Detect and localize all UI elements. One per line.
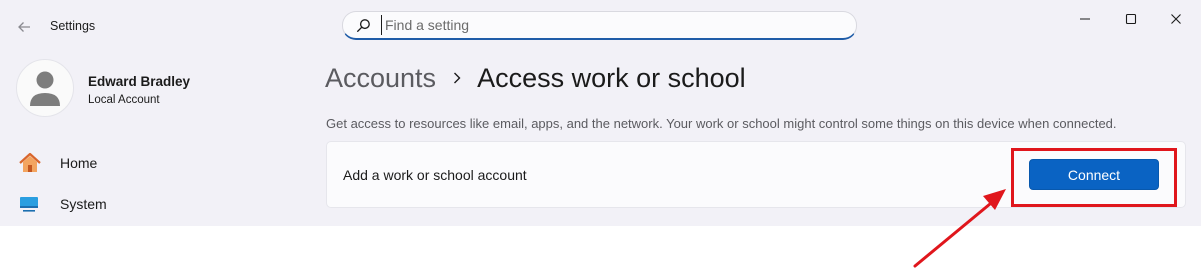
sidebar-item-label: Home bbox=[60, 155, 98, 171]
settings-window: Settings Edwar bbox=[0, 0, 1201, 226]
title-bar: Settings bbox=[0, 0, 1201, 50]
arrow-left-icon bbox=[18, 22, 30, 32]
chevron-right-icon bbox=[452, 71, 462, 85]
avatar[interactable] bbox=[16, 59, 74, 117]
person-avatar-icon bbox=[30, 71, 60, 106]
maximize-icon bbox=[1125, 13, 1137, 25]
sidebar-item-label: System bbox=[60, 196, 107, 212]
search-box[interactable] bbox=[342, 11, 857, 40]
search-input[interactable] bbox=[381, 15, 845, 35]
sidebar-item-home[interactable]: Home bbox=[18, 146, 278, 180]
minimize-button[interactable] bbox=[1070, 8, 1100, 30]
breadcrumb: Accounts Access work or school bbox=[325, 58, 746, 98]
connect-button[interactable]: Connect bbox=[1029, 159, 1159, 190]
user-name: Edward Bradley bbox=[88, 74, 191, 89]
monitor-icon bbox=[18, 192, 46, 216]
app-title: Settings bbox=[50, 19, 96, 33]
account-type: Local Account bbox=[88, 94, 160, 106]
search-icon bbox=[356, 19, 370, 33]
maximize-button[interactable] bbox=[1116, 8, 1146, 30]
close-icon bbox=[1171, 14, 1181, 24]
sidebar-item-system[interactable]: System bbox=[18, 187, 278, 221]
minimize-icon bbox=[1080, 18, 1090, 20]
breadcrumb-accounts-link[interactable]: Accounts bbox=[325, 63, 436, 94]
home-icon bbox=[18, 151, 46, 175]
page-description: Get access to resources like email, apps… bbox=[326, 116, 1117, 131]
add-account-label: Add a work or school account bbox=[343, 167, 527, 183]
back-button[interactable] bbox=[12, 16, 36, 38]
close-button[interactable] bbox=[1161, 8, 1191, 30]
page-title: Access work or school bbox=[477, 62, 746, 93]
